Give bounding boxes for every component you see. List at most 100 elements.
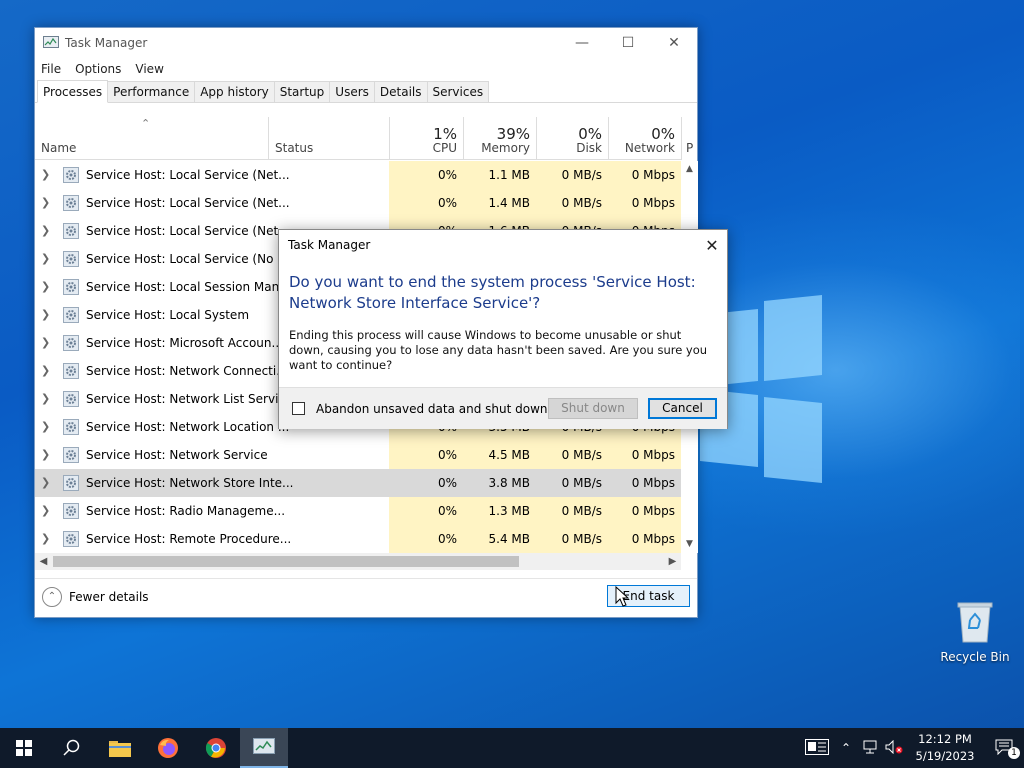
scroll-up-icon[interactable]: ▲ [681,161,698,178]
service-gear-icon [63,475,79,491]
process-name: Service Host: Remote Procedure... [86,532,292,546]
menu-view[interactable]: View [135,62,163,76]
expand-chevron-icon[interactable]: ❯ [41,448,50,461]
network-label: Network [624,141,675,155]
dialog-close-icon[interactable]: ✕ [697,236,727,255]
expand-chevron-icon[interactable]: ❯ [41,252,50,265]
abandon-data-label[interactable]: Abandon unsaved data and shut down. [316,402,551,416]
end-process-dialog: Task Manager ✕ Do you want to end the sy… [278,229,728,429]
process-name: Service Host: Local Session Man... [86,280,291,294]
process-row[interactable]: ❯ Service Host: Local Service (Net... 0%1.… [35,161,681,189]
recycle-bin-icon [956,600,994,644]
close-button[interactable]: ✕ [651,28,697,58]
notifications-icon[interactable]: 1 [984,739,1024,759]
taskbar-task-manager[interactable] [240,728,288,768]
network-icon[interactable] [858,740,882,757]
process-name: Service Host: Local Service (Net... [86,224,290,238]
column-name[interactable]: Name [41,141,76,155]
process-cpu: 0% [389,525,463,553]
expand-chevron-icon[interactable]: ❯ [41,308,50,321]
expand-chevron-icon[interactable]: ❯ [41,364,50,377]
show-hidden-icons-icon[interactable]: ⌃ [834,741,858,755]
service-gear-icon [63,195,79,211]
tab-details[interactable]: Details [373,81,428,102]
tab-processes[interactable]: Processes [37,80,109,103]
recycle-bin-label: Recycle Bin [940,650,1010,664]
fewer-details-label: Fewer details [69,590,149,604]
scroll-thumb[interactable] [53,556,519,567]
abandon-data-checkbox[interactable] [292,402,305,415]
minimize-button[interactable]: — [559,28,605,58]
recycle-bin[interactable]: Recycle Bin [938,600,1012,664]
expand-chevron-icon[interactable]: ❯ [41,196,50,209]
process-name: Service Host: Network Store Inte... [86,476,294,490]
clock[interactable]: 12:12 PM 5/19/2023 [906,731,984,765]
process-disk: 0 MB/s [536,189,608,217]
process-network: 0 Mbps [608,441,681,469]
column-power-stub[interactable]: P [681,117,697,160]
column-status[interactable]: Status [275,141,313,155]
process-disk: 0 MB/s [536,441,608,469]
scroll-left-icon[interactable]: ◀ [35,553,52,570]
expand-chevron-icon[interactable]: ❯ [41,532,50,545]
process-network: 0 Mbps [608,497,681,525]
fewer-details-button[interactable]: ⌃ Fewer details [42,587,149,607]
taskbar-firefox[interactable] [144,728,192,768]
shut-down-button[interactable]: Shut down [548,398,638,419]
horizontal-scrollbar[interactable]: ◀ ▶ [35,553,681,570]
cancel-button[interactable]: Cancel [648,398,717,419]
taskbar-chrome[interactable] [192,728,240,768]
process-disk: 0 MB/s [536,469,608,497]
expand-chevron-icon[interactable]: ❯ [41,420,50,433]
process-name: Service Host: Local Service (Net... [86,168,290,182]
process-row[interactable]: ❯ Service Host: Network Store Inte... 0% 3.… [35,469,681,497]
news-widget-icon[interactable] [800,738,834,758]
cpu-label: CPU [432,141,457,155]
mouse-cursor-icon [615,586,629,607]
chrome-icon [205,738,226,758]
tab-app-history[interactable]: App history [194,81,275,102]
system-tray: ⌃ 12:12 PM 5/19/2023 1 [800,728,1024,768]
column-disk[interactable]: 0% Disk [536,117,608,160]
expand-chevron-icon[interactable]: ❯ [41,280,50,293]
process-disk: 0 MB/s [536,161,608,189]
tab-startup[interactable]: Startup [273,81,331,102]
process-row[interactable]: ❯ Service Host: Radio Manageme... 0% 1.3 MB… [35,497,681,525]
process-cpu: 0% [389,161,463,189]
start-button[interactable] [0,728,48,768]
column-separator [268,117,269,160]
column-network[interactable]: 0% Network [608,117,681,160]
memory-label: Memory [481,141,530,155]
process-name: Service Host: Local Service (Net... [86,196,290,210]
expand-chevron-icon[interactable]: ❯ [41,504,50,517]
expand-chevron-icon[interactable]: ❯ [41,168,50,181]
process-row[interactable]: ❯ Service Host: Local Service (Net... 0%1.… [35,189,681,217]
volume-muted-icon[interactable] [882,739,906,757]
dialog-footer: Abandon unsaved data and shut down. Shut… [279,387,727,429]
dialog-heading: Do you want to end the system process 'S… [289,273,696,312]
maximize-button[interactable]: ☐ [605,28,651,58]
process-disk: 0 MB/s [536,525,608,553]
process-row[interactable]: ❯ Service Host: Network Service 0% 4.5 MB 0 … [35,441,681,469]
tab-users[interactable]: Users [329,81,375,102]
column-memory[interactable]: 39% Memory [463,117,536,160]
service-gear-icon [63,391,79,407]
tab-performance[interactable]: Performance [107,81,196,102]
scroll-down-icon[interactable]: ▼ [681,536,698,553]
process-row[interactable]: ❯ Service Host: Remote Procedure... 0% 5.4 … [35,525,681,553]
menu-file[interactable]: File [41,62,61,76]
process-name: Service Host: Local Service (No ... [86,252,289,266]
expand-chevron-icon[interactable]: ❯ [41,392,50,405]
process-memory: 3.8 MB [463,469,536,497]
taskbar-file-explorer[interactable] [96,728,144,768]
chevron-up-icon: ⌃ [42,587,62,607]
expand-chevron-icon[interactable]: ❯ [41,336,50,349]
scroll-right-icon[interactable]: ▶ [664,553,681,570]
menu-options[interactable]: Options [75,62,121,76]
expand-chevron-icon[interactable]: ❯ [41,476,50,489]
tab-services[interactable]: Services [426,81,490,102]
column-cpu[interactable]: 1% CPU [389,117,463,160]
notification-count-badge: 1 [1008,746,1020,759]
search-button[interactable] [48,728,96,768]
expand-chevron-icon[interactable]: ❯ [41,224,50,237]
